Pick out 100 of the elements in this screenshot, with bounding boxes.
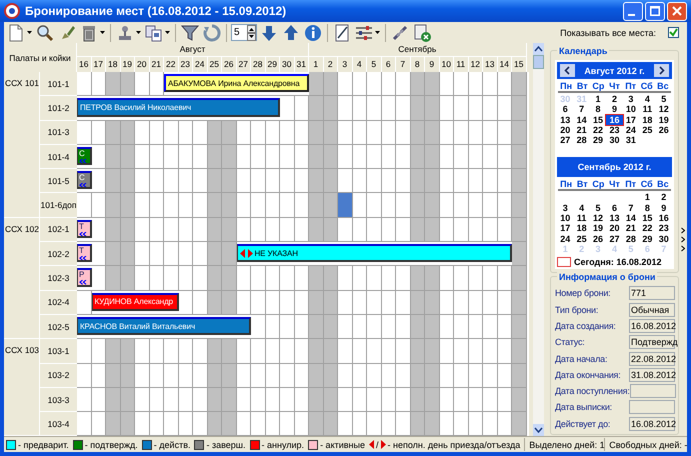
grid-cell[interactable] bbox=[178, 412, 193, 436]
grid-cell[interactable] bbox=[222, 218, 236, 242]
grid-cell[interactable] bbox=[512, 339, 526, 363]
grid-cell[interactable] bbox=[309, 144, 324, 168]
grid-cell[interactable] bbox=[512, 169, 526, 192]
booking-bar[interactable]: Т bbox=[77, 220, 92, 238]
grid-cell[interactable] bbox=[266, 266, 280, 290]
calendar-day[interactable]: 2 bbox=[656, 192, 672, 203]
calendar-day[interactable]: 17 bbox=[557, 223, 574, 234]
grid-cell[interactable] bbox=[425, 290, 440, 314]
grid-cell[interactable] bbox=[425, 193, 440, 217]
grid-cell[interactable] bbox=[382, 169, 396, 192]
calendar-day[interactable]: 6 bbox=[606, 202, 623, 214]
grid-cell[interactable] bbox=[266, 169, 280, 192]
grid-cell[interactable] bbox=[425, 388, 440, 412]
calendar-day[interactable]: 20 bbox=[606, 223, 623, 234]
grid-cell[interactable] bbox=[236, 266, 251, 290]
grid-cell[interactable] bbox=[309, 120, 324, 144]
calendar-day[interactable]: 15 bbox=[590, 114, 606, 125]
grid-cell[interactable] bbox=[120, 339, 135, 363]
info-field[interactable]: 16.08.2012 bbox=[629, 416, 675, 431]
grid-cell[interactable] bbox=[208, 412, 222, 436]
calendar-day[interactable]: 25 bbox=[639, 124, 656, 136]
calendar-day[interactable]: 11 bbox=[639, 104, 656, 115]
grid-cell[interactable] bbox=[498, 169, 512, 192]
calendar-day[interactable]: 8 bbox=[639, 202, 656, 214]
grid-cell[interactable] bbox=[512, 144, 526, 168]
grid-cell[interactable] bbox=[150, 412, 164, 436]
calendar-day[interactable]: 27 bbox=[606, 234, 623, 244]
grid-cell[interactable] bbox=[440, 339, 454, 363]
grid-cell[interactable] bbox=[498, 193, 512, 217]
grid-cell[interactable] bbox=[425, 266, 440, 290]
grid-cell[interactable] bbox=[120, 72, 135, 96]
booking-bar[interactable]: НЕ УКАЗАН bbox=[236, 244, 512, 262]
info-field[interactable]: 771 bbox=[629, 286, 675, 300]
grid-cell[interactable] bbox=[440, 169, 454, 192]
grid-cell[interactable] bbox=[309, 72, 324, 96]
grid-cell[interactable] bbox=[382, 72, 396, 96]
grid-cell[interactable] bbox=[92, 242, 106, 266]
grid-cell[interactable] bbox=[440, 412, 454, 436]
grid-cell[interactable] bbox=[120, 169, 135, 192]
grid-cell[interactable] bbox=[150, 72, 164, 96]
grid-cell[interactable] bbox=[425, 364, 440, 387]
calendar-day[interactable]: 10 bbox=[622, 104, 640, 115]
calendar-day[interactable]: 9 bbox=[656, 202, 672, 214]
calendar-day[interactable]: 26 bbox=[590, 234, 606, 244]
grid-cell[interactable] bbox=[498, 339, 512, 363]
calendar-day[interactable]: 3 bbox=[622, 94, 640, 104]
grid-cell[interactable] bbox=[120, 193, 135, 217]
grid-cell[interactable] bbox=[512, 364, 526, 387]
grid-cell[interactable] bbox=[382, 412, 396, 436]
grid-cell[interactable] bbox=[309, 169, 324, 192]
grid-cell[interactable] bbox=[106, 193, 120, 217]
grid-cell[interactable] bbox=[324, 72, 338, 96]
calendar-day[interactable]: 7 bbox=[622, 202, 640, 214]
calendar-day[interactable]: 13 bbox=[606, 213, 623, 224]
calendar-day[interactable]: 29 bbox=[639, 234, 656, 244]
grid-cell[interactable] bbox=[309, 96, 324, 120]
grid-cell[interactable] bbox=[425, 339, 440, 363]
grid-cell[interactable] bbox=[92, 412, 106, 436]
grid-cell[interactable] bbox=[382, 339, 396, 363]
info-field[interactable]: 31.08.2012 bbox=[629, 368, 675, 382]
grid-cell[interactable] bbox=[150, 339, 164, 363]
grid-cell[interactable] bbox=[222, 169, 236, 192]
grid-cell[interactable] bbox=[106, 364, 120, 387]
calendar-day[interactable]: 24 bbox=[557, 234, 574, 244]
grid-cell[interactable] bbox=[425, 96, 440, 120]
calendar-day[interactable]: 18 bbox=[573, 223, 590, 234]
calendar-day[interactable]: 28 bbox=[573, 135, 590, 146]
calendar-day[interactable]: 12 bbox=[590, 213, 606, 224]
calendar-day[interactable]: 23 bbox=[606, 124, 623, 136]
booking-bar[interactable]: С bbox=[77, 171, 92, 190]
grid-cell[interactable] bbox=[120, 412, 135, 436]
grid-cell[interactable] bbox=[498, 72, 512, 96]
calendar-day[interactable]: 5 bbox=[656, 94, 672, 104]
grid-cell[interactable] bbox=[222, 193, 236, 217]
move-up-button[interactable] bbox=[281, 22, 301, 42]
info-button[interactable] bbox=[303, 22, 323, 42]
grid-cell[interactable] bbox=[324, 96, 338, 120]
scroll-thumb-icon[interactable] bbox=[533, 55, 544, 69]
info-field[interactable]: Подтвержд bbox=[629, 335, 675, 350]
grid-cell[interactable] bbox=[222, 144, 236, 168]
calendar-day[interactable]: 31 bbox=[622, 135, 640, 146]
scroll-up-icon[interactable] bbox=[533, 43, 544, 55]
grid-cell[interactable] bbox=[468, 412, 483, 436]
grid-cell[interactable] bbox=[106, 388, 120, 412]
calendar-day[interactable]: 13 bbox=[557, 114, 574, 125]
grid-cell[interactable] bbox=[208, 266, 222, 290]
grid-cell[interactable] bbox=[92, 339, 106, 363]
calendar-day[interactable]: 25 bbox=[573, 234, 590, 244]
grid-cell[interactable] bbox=[222, 120, 236, 144]
grid-cell[interactable] bbox=[106, 242, 120, 266]
grid-cell[interactable] bbox=[92, 169, 106, 192]
grid-cell[interactable] bbox=[309, 364, 324, 387]
spin-field[interactable]: 5 bbox=[231, 24, 257, 41]
grid-cell[interactable] bbox=[222, 364, 236, 387]
grid-cell[interactable] bbox=[498, 96, 512, 120]
grid-cell[interactable] bbox=[512, 314, 526, 338]
calendar-day[interactable]: 29 bbox=[590, 135, 606, 146]
grid-cell[interactable] bbox=[324, 193, 338, 217]
